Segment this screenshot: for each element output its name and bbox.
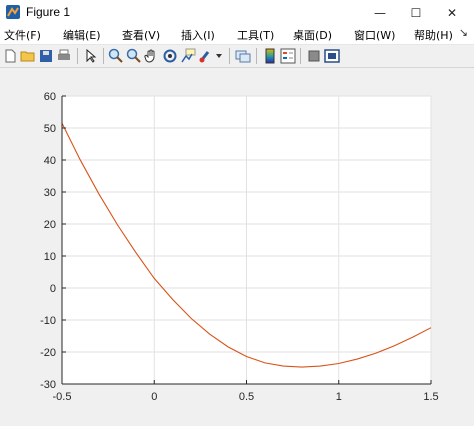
x-tick-labels: -0.5 0 0.5 1 1.5 <box>53 391 439 403</box>
toolbar-separator <box>77 48 78 64</box>
title-bar: Figure 1 — ☐ ✕ <box>0 0 474 26</box>
y-tick-label: 30 <box>44 187 56 199</box>
dock-arrow-icon[interactable]: ↘ <box>459 26 468 39</box>
y-tick-label: 50 <box>44 123 56 135</box>
figure-canvas: -0.5 0 0.5 1 1.5 -30 -20 -10 0 10 20 30 40 50 60 <box>0 68 474 426</box>
close-icon: ✕ <box>446 5 458 20</box>
hide-plot-tools-icon[interactable] <box>306 48 322 64</box>
y-tick-label: 60 <box>44 91 56 103</box>
brush-icon[interactable] <box>198 48 214 64</box>
zoom-out-icon[interactable] <box>126 48 142 64</box>
show-plot-tools-icon[interactable] <box>324 48 340 64</box>
pan-icon[interactable] <box>144 48 160 64</box>
y-tick-label: -30 <box>40 379 56 391</box>
toolbar-separator <box>300 48 301 64</box>
save-icon[interactable] <box>38 48 54 64</box>
colorbar-icon[interactable] <box>262 48 278 64</box>
window-title: Figure 1 <box>26 5 71 19</box>
y-tick-label: 40 <box>44 155 56 167</box>
open-file-icon[interactable] <box>20 48 36 64</box>
plot-axes-container: -0.5 0 0.5 1 1.5 -30 -20 -10 0 10 20 30 40 50 60 <box>40 91 439 403</box>
x-tick-label: 1.5 <box>423 391 438 403</box>
data-cursor-icon[interactable] <box>180 48 196 64</box>
link-plot-icon[interactable] <box>235 48 251 64</box>
y-tick-labels: -30 -20 -10 0 10 20 30 40 50 60 <box>40 91 56 391</box>
x-tick-label: 1 <box>336 391 342 403</box>
print-icon[interactable] <box>56 48 72 64</box>
menu-window[interactable]: 窗口(W) <box>354 27 395 43</box>
menu-desktop[interactable]: 桌面(D) <box>293 27 332 43</box>
y-tick-label: 20 <box>44 219 56 231</box>
menu-tools[interactable]: 工具(T) <box>237 27 274 43</box>
minimize-icon: — <box>374 5 386 20</box>
rotate-3d-icon[interactable] <box>162 48 178 64</box>
toolbar-separator <box>256 48 257 64</box>
y-tick-label: -10 <box>40 315 56 327</box>
x-tick-label: 0.5 <box>239 391 254 403</box>
new-figure-icon[interactable] <box>2 48 18 64</box>
menu-file[interactable]: 文件(F) <box>4 27 41 43</box>
y-tick-label: 0 <box>50 283 56 295</box>
edit-plot-icon[interactable] <box>83 48 99 64</box>
legend-icon[interactable] <box>280 48 296 64</box>
y-tick-label: -20 <box>40 347 56 359</box>
menu-view[interactable]: 查看(V) <box>122 27 160 43</box>
brush-dropdown-icon[interactable] <box>214 48 224 64</box>
menu-bar: 文件(F) 编辑(E) 查看(V) 插入(I) 工具(T) 桌面(D) 窗口(W… <box>0 25 474 45</box>
x-tick-label: -0.5 <box>53 391 72 403</box>
x-tick-label: 0 <box>151 391 157 403</box>
maximize-icon: ☐ <box>410 5 422 20</box>
zoom-in-icon[interactable] <box>108 48 124 64</box>
toolbar <box>0 45 474 68</box>
menu-insert[interactable]: 插入(I) <box>181 27 215 43</box>
matlab-figure-icon <box>6 5 20 19</box>
y-tick-label: 10 <box>44 251 56 263</box>
menu-help[interactable]: 帮助(H) <box>414 27 453 43</box>
close-button[interactable]: ✕ <box>429 0 474 25</box>
menu-edit[interactable]: 编辑(E) <box>63 27 101 43</box>
toolbar-separator <box>229 48 230 64</box>
toolbar-separator <box>103 48 104 64</box>
